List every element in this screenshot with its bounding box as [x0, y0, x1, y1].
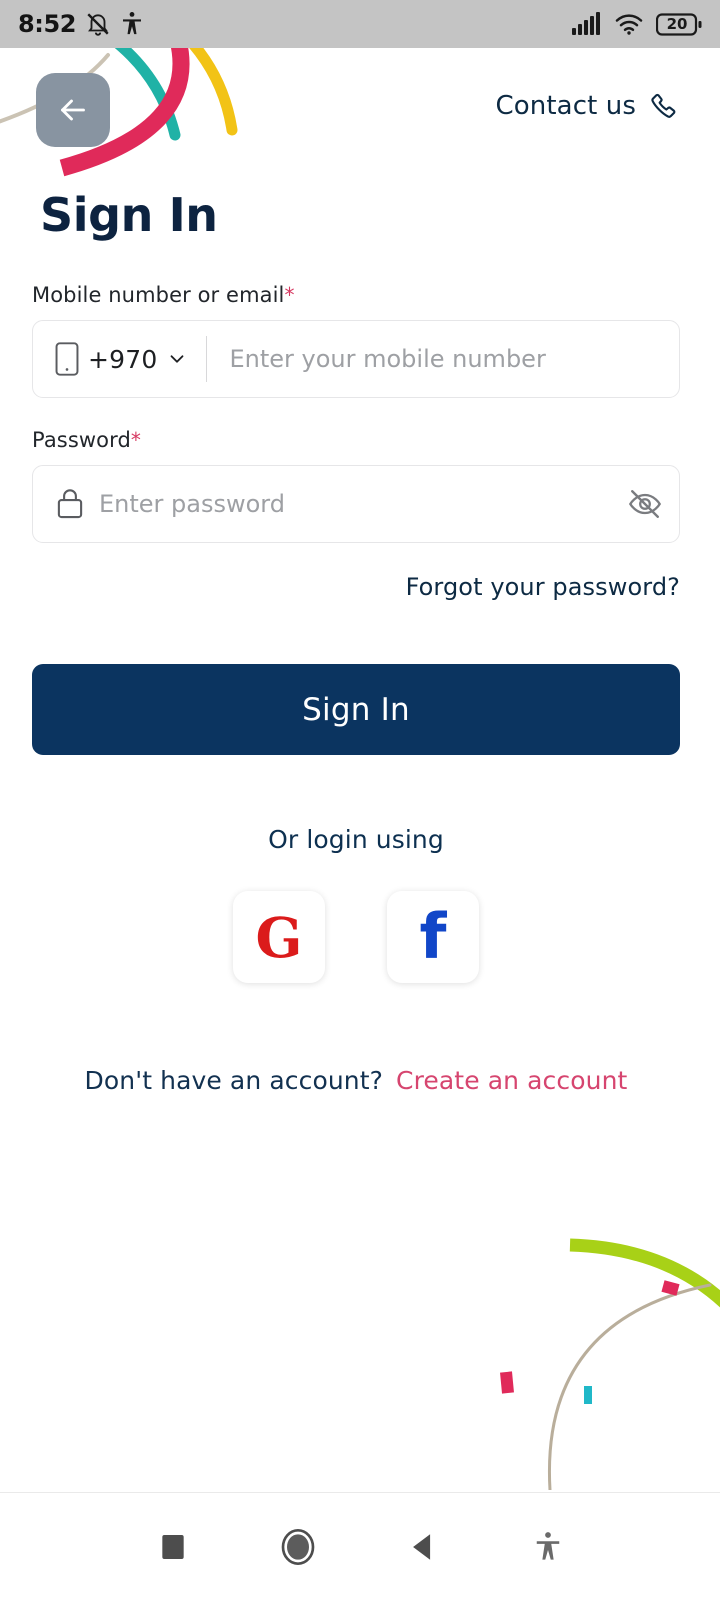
phone-icon [651, 93, 676, 118]
contact-us-label: Contact us [495, 91, 636, 121]
mobile-field-label: Mobile number or email* [32, 283, 680, 307]
wifi-icon [615, 14, 643, 35]
social-divider-text: Or login using [268, 825, 444, 854]
lock-icon [33, 487, 99, 521]
status-bar-clock: 8:52 [18, 10, 77, 38]
home-button[interactable] [262, 1511, 334, 1583]
password-required-marker: * [130, 428, 141, 452]
battery-level-text: 20 [666, 15, 688, 33]
status-bar-left: 8:52 [18, 10, 144, 38]
mobile-input-box: +970 [32, 320, 680, 398]
facebook-login-button[interactable]: f [387, 891, 479, 983]
mobile-phone-icon [55, 342, 79, 376]
password-label-text: Password [32, 428, 131, 452]
contact-us-button[interactable]: Contact us [496, 91, 678, 121]
toggle-password-visibility-button[interactable] [611, 466, 679, 542]
password-field-label: Password* [32, 428, 680, 452]
facebook-icon: f [419, 900, 447, 973]
google-icon: G [255, 904, 303, 970]
recent-apps-button[interactable] [137, 1511, 209, 1583]
mobile-number-input[interactable] [207, 321, 679, 397]
social-login-row: G f [32, 891, 680, 983]
signup-row: Don't have an account? Create an account [32, 1066, 680, 1095]
mobile-required-marker: * [284, 283, 295, 307]
status-bar: 8:52 20 [0, 0, 720, 48]
back-arrow-icon [61, 99, 85, 121]
country-code-value: +970 [88, 344, 158, 374]
notifications-muted-icon [87, 13, 109, 36]
country-code-selector[interactable]: +970 [33, 321, 206, 397]
battery-indicator: 20 [656, 12, 702, 37]
accessibility-button[interactable] [512, 1511, 584, 1583]
accessibility-icon [536, 1531, 559, 1560]
password-input[interactable] [99, 466, 611, 542]
system-navigation-bar [0, 1492, 720, 1600]
signin-screen: Contact us Sign In Mobile number or emai… [0, 48, 720, 1492]
eye-off-icon [628, 490, 662, 518]
forgot-password-row: Forgot your password? [32, 573, 680, 601]
recent-apps-icon [161, 1534, 184, 1559]
back-button[interactable] [36, 73, 110, 147]
google-login-button[interactable]: G [233, 891, 325, 983]
signin-form: Mobile number or email* +970 Password* [32, 283, 680, 1095]
status-bar-right: 20 [572, 12, 702, 37]
password-input-box [32, 465, 680, 543]
screen-header: Contact us [0, 55, 720, 150]
forgot-password-link[interactable]: Forgot your password? [406, 573, 680, 601]
create-account-link[interactable]: Create an account [396, 1066, 627, 1095]
page-title: Sign In [40, 188, 218, 242]
form-spacer [32, 398, 680, 428]
back-button-nav[interactable] [387, 1511, 459, 1583]
back-triangle-icon [412, 1533, 430, 1560]
mobile-label-text: Mobile number or email [32, 283, 285, 307]
signin-submit-button[interactable]: Sign In [32, 664, 680, 755]
chevron-down-icon [171, 355, 184, 363]
cellular-signal-icon [572, 12, 600, 35]
home-icon [281, 1528, 314, 1565]
accessibility-icon [123, 12, 142, 35]
signup-question: Don't have an account? [84, 1066, 384, 1095]
